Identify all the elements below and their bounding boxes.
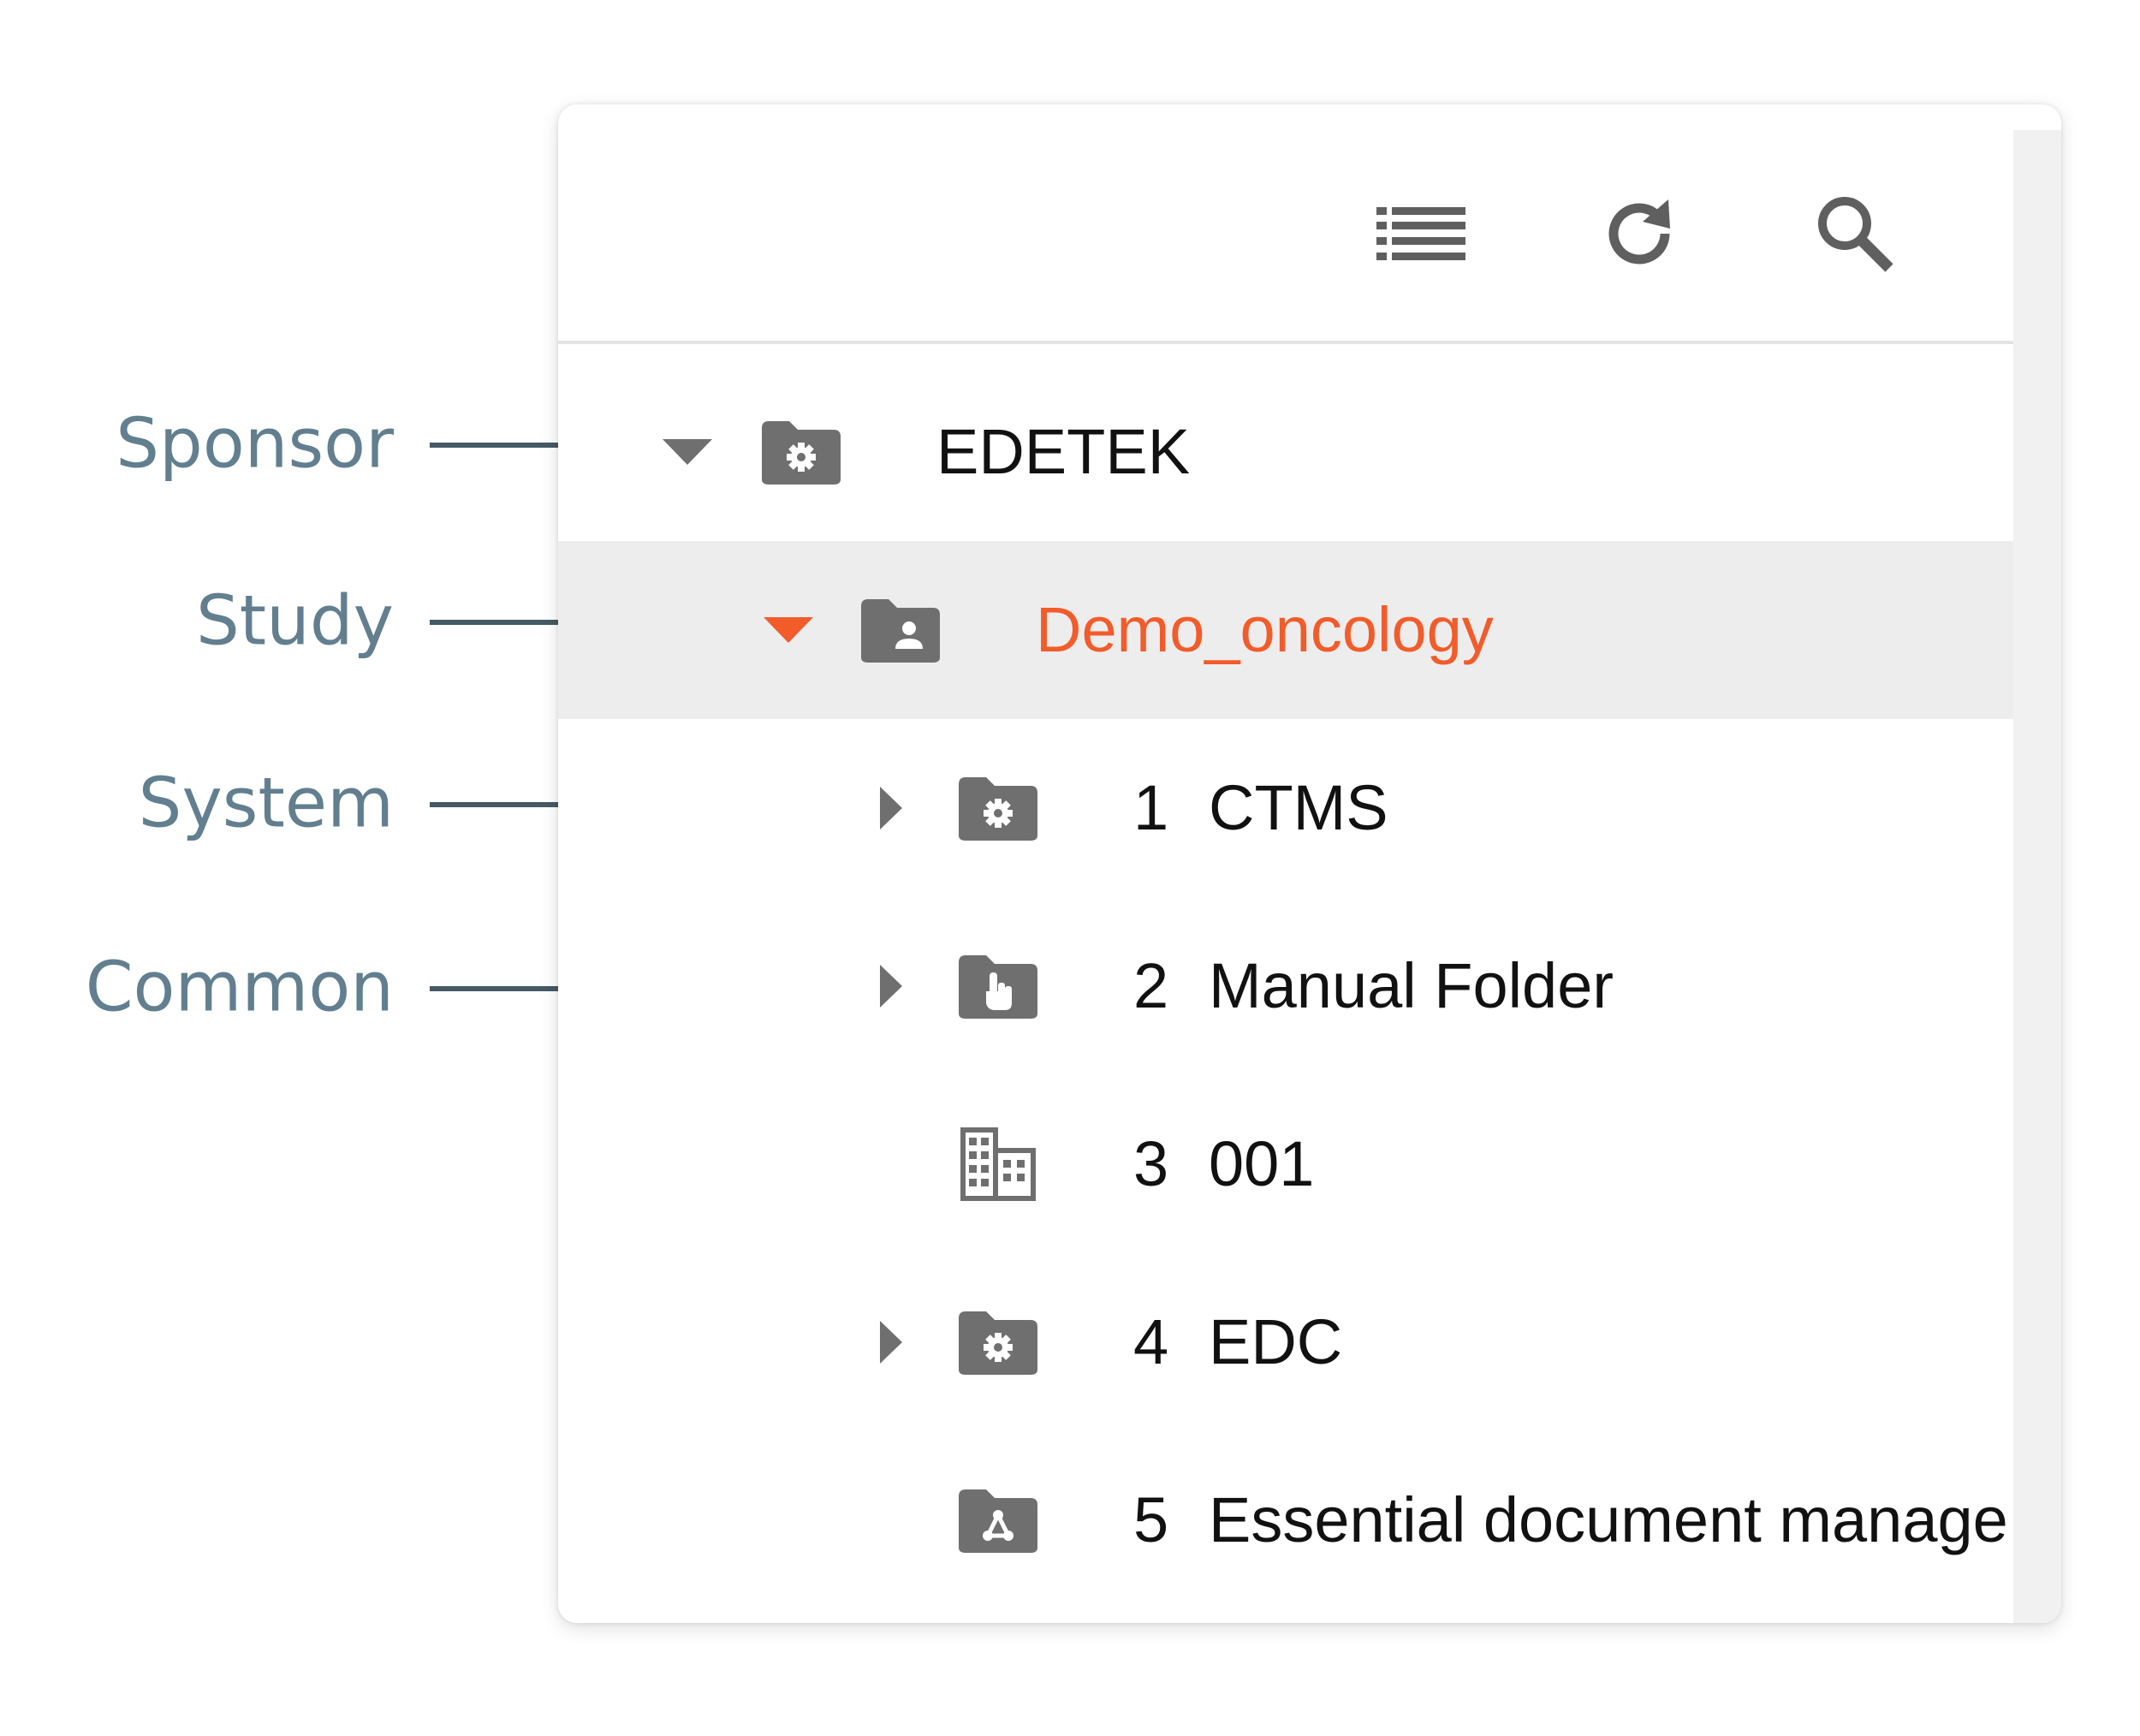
tree-node-label: 3 001	[1133, 1133, 1314, 1196]
folder-person-icon	[858, 596, 943, 664]
tree-node-number: 5	[1133, 1484, 1169, 1555]
callout-label-sponsor: Sponsor	[116, 403, 394, 484]
tree-node-item[interactable]: 1 CTMS	[558, 719, 2013, 897]
folder-gear-icon	[758, 418, 844, 486]
tree-node-item[interactable]: 4 EDC	[558, 1253, 2013, 1431]
list-icon[interactable]	[1374, 187, 1468, 281]
tree-node-text: CTMS	[1209, 772, 1388, 843]
tree-node-text: Essential document manage	[1209, 1484, 2008, 1555]
callout-label-study: Study	[196, 580, 394, 661]
tree-toolbar	[558, 104, 2013, 344]
tree-node-text: Manual Folder	[1209, 950, 1614, 1021]
caret-down-icon[interactable]	[663, 439, 712, 465]
caret-right-icon[interactable]	[880, 787, 902, 829]
building-icon	[955, 1126, 1041, 1203]
tree-node-number: 2	[1133, 950, 1169, 1021]
folder-share-icon	[955, 1486, 1041, 1555]
tree-node-label: Demo_oncology	[1036, 594, 1494, 665]
tree-node-number: 4	[1133, 1306, 1169, 1377]
tree-node-number: 3	[1133, 1128, 1169, 1199]
folder-gear-icon	[955, 774, 1041, 842]
tree-node-label: 5 Essential document manage	[1133, 1489, 2008, 1552]
tree-node-study[interactable]: Demo_oncology	[558, 541, 2013, 719]
folder-tree-panel: EDETEK Demo_oncology 1 CTMS 2 Manual Fol…	[558, 104, 2061, 1623]
callout-label-system: System	[138, 763, 394, 843]
vertical-scrollbar[interactable]	[2013, 130, 2061, 1623]
tree-node-label: 1 CTMS	[1133, 776, 1388, 840]
tree-node-label: 2 Manual Folder	[1133, 954, 1614, 1018]
tree-node-label: 4 EDC	[1133, 1311, 1342, 1374]
tree-node-label: EDETEK	[936, 416, 1191, 487]
tree-node-item[interactable]: 5 Essential document manage	[558, 1431, 2013, 1609]
caret-right-icon[interactable]	[880, 965, 902, 1008]
tree-node-item[interactable]: 3 001	[558, 1075, 2013, 1253]
tree-node-text: 001	[1209, 1128, 1315, 1199]
caret-down-icon[interactable]	[764, 617, 813, 643]
callout-label-common: Common	[85, 947, 394, 1027]
folder-gear-icon	[955, 1308, 1041, 1376]
folder-hand-icon	[955, 952, 1041, 1020]
tree-node-sponsor[interactable]: EDETEK	[558, 363, 2013, 541]
refresh-icon[interactable]	[1592, 187, 1686, 281]
tree-node-number: 1	[1133, 772, 1169, 843]
search-icon[interactable]	[1808, 187, 1902, 281]
tree-node-item[interactable]: 2 Manual Folder	[558, 897, 2013, 1075]
tree-node-text: EDC	[1209, 1306, 1343, 1377]
caret-right-icon[interactable]	[880, 1321, 902, 1364]
